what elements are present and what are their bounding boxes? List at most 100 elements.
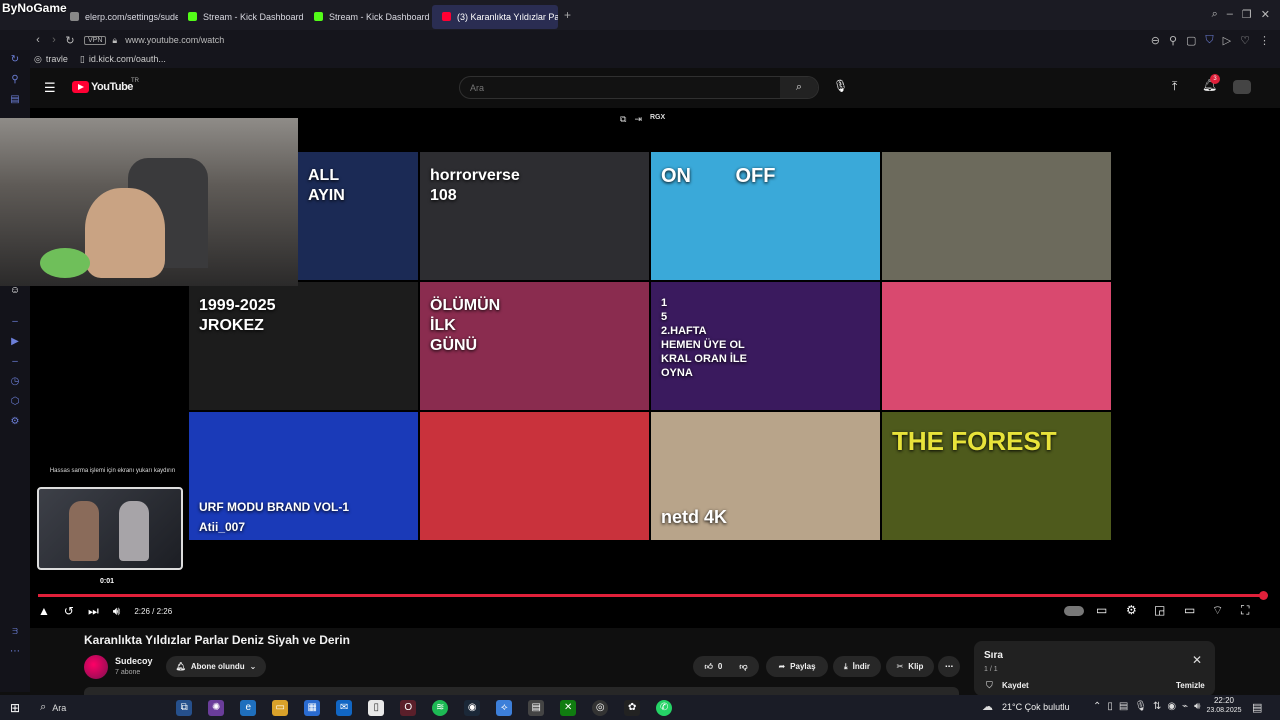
dislike-icon[interactable]: 👎︎	[739, 662, 747, 672]
end-screen-thumbnail[interactable]: 1999-2025 JROKEZ	[189, 282, 418, 410]
description-box[interactable]	[84, 687, 959, 695]
vpn-badge[interactable]: VPN	[84, 35, 107, 45]
autoplay-toggle[interactable]	[1064, 606, 1084, 616]
pin-icon[interactable]: ⚲	[11, 74, 18, 85]
end-screen-thumbnail[interactable]	[882, 152, 1111, 280]
task-view-icon[interactable]: ⧉	[176, 699, 193, 716]
volume-icon[interactable]: 🔊︎	[113, 604, 121, 619]
next-icon[interactable]: ⏭︎	[88, 604, 99, 619]
clock-icon[interactable]: ◷	[11, 376, 20, 387]
pin-icon[interactable]: ⚲	[1169, 34, 1177, 47]
notification-center-icon[interactable]: ▤	[1252, 701, 1262, 714]
opera-icon[interactable]: O	[400, 699, 417, 716]
maximize-icon[interactable]: ❐	[1242, 8, 1252, 21]
avatar[interactable]	[1233, 80, 1251, 94]
subtitles-icon[interactable]: ▭	[1096, 603, 1107, 617]
bookmark-kick-oauth[interactable]: id.kick.com/oauth...	[89, 54, 166, 64]
send-icon[interactable]: ▷	[1223, 34, 1231, 47]
end-screen-thumbnail[interactable]: horrorverse 108	[420, 152, 649, 280]
search-input[interactable]	[460, 82, 780, 93]
settings-icon[interactable]: ⚙	[11, 416, 20, 427]
whatsapp-icon[interactable]: ✆	[656, 699, 673, 716]
end-screen-thumbnail[interactable]: THE FOREST	[882, 412, 1111, 540]
reload-icon[interactable]: ↻	[62, 34, 78, 47]
folder-icon[interactable]: ▭	[272, 699, 289, 716]
weather-text[interactable]: 21°C Çok bulutlu	[1002, 702, 1070, 712]
forward-icon[interactable]: ›	[46, 34, 62, 46]
replay-icon[interactable]: ↺	[64, 604, 74, 618]
clock-date[interactable]: 23.08.2025	[1200, 707, 1248, 714]
search-button[interactable]: ⌕	[780, 77, 818, 98]
end-screen-thumbnail[interactable]: 1 5 2.HAFTA HEMEN ÜYE OL KRAL ORAN İLE O…	[651, 282, 880, 410]
miniplayer-icon[interactable]: ◲	[1154, 603, 1165, 617]
more-actions-button[interactable]: ⋯	[938, 656, 960, 677]
more-icon[interactable]: ⋯	[10, 646, 20, 657]
end-screen-thumbnail[interactable]: ÖLÜMÜN İLK GÜNÜ	[420, 282, 649, 410]
export-icon[interactable]: ⇥	[634, 114, 642, 125]
subscribe-button[interactable]: 🔔︎ Abone olundu ⌄	[166, 656, 266, 677]
end-screen-thumbnail[interactable]: netd 4K	[651, 412, 880, 540]
end-screen-thumbnail[interactable]: URF MODU BRAND VOL-1 Atii_007	[189, 412, 418, 540]
document-icon[interactable]: ▯	[368, 699, 385, 716]
channel-avatar[interactable]	[84, 655, 108, 679]
end-screen-thumbnail[interactable]	[420, 412, 649, 540]
outlook-icon[interactable]: ✉	[336, 699, 353, 716]
minimize-icon[interactable]: –	[1227, 8, 1233, 21]
settings-icon[interactable]: ⚙	[1126, 603, 1137, 617]
progress-handle[interactable]	[1259, 591, 1268, 600]
tab-youtube-active[interactable]: (3) Karanlıkta Yıldızlar Par	[432, 4, 558, 29]
hamburger-icon[interactable]: ☰	[44, 80, 56, 96]
tab-kick-dashboard-1[interactable]: Stream - Kick Dashboard	[178, 5, 304, 29]
end-screen-thumbnail[interactable]: ON OFF	[651, 152, 880, 280]
clip-button[interactable]: ✂ Klip	[886, 656, 934, 677]
rgx-button[interactable]: RGX	[650, 114, 665, 125]
upload-icon[interactable]: ⤒	[1172, 79, 1177, 94]
heart-icon[interactable]: ♡	[1240, 34, 1250, 47]
store-icon[interactable]: ▦	[304, 699, 321, 716]
like-icon[interactable]: 👍︎	[705, 662, 713, 672]
share-button[interactable]: ➦ Paylaş	[766, 656, 828, 677]
close-icon[interactable]: ✕	[1192, 653, 1202, 667]
screenshot-icon[interactable]: ▢	[1186, 34, 1196, 47]
url-field[interactable]: www.youtube.com/watch	[125, 35, 224, 45]
menu-icon[interactable]: ⋮	[1259, 34, 1270, 47]
windows-start-icon[interactable]: ⊞	[10, 701, 20, 715]
download-button[interactable]: ⤓ İndir	[833, 656, 881, 677]
search-icon[interactable]: ⌕	[1212, 8, 1218, 21]
gpu-icon[interactable]: ▤	[528, 699, 545, 716]
taskbar-search[interactable]: Ara	[52, 703, 66, 713]
spotify-icon[interactable]: ≋	[432, 699, 449, 716]
end-screen-thumbnail[interactable]: ALL AYIN	[298, 152, 418, 280]
microphone-icon[interactable]: 🎙︎	[833, 79, 848, 93]
video-player[interactable]: ⧉ ⇥ RGX ALL AYIN horrorverse 108 ON OFF 199…	[0, 108, 1280, 628]
chat-icon[interactable]: ▤	[10, 94, 19, 105]
play-icon[interactable]: ▶	[11, 336, 19, 347]
copy-icon[interactable]: ⧉	[620, 114, 626, 125]
zoom-icon[interactable]: ⊖	[1151, 34, 1160, 47]
steam-icon[interactable]: ◉	[464, 699, 481, 716]
clock-time[interactable]: 22:20	[1204, 696, 1244, 705]
tab-elerp[interactable]: elerp.com/settings/sudec	[60, 5, 178, 29]
progress-bar[interactable]	[38, 594, 1264, 597]
cube-icon[interactable]: ⬡	[11, 396, 20, 407]
queue-save[interactable]: Kaydet	[1002, 681, 1029, 690]
tray-icons[interactable]: ⌃▯▤🎙︎⇅◉⌁🔊︎	[1093, 701, 1206, 712]
obs-icon[interactable]: ◎	[592, 699, 609, 716]
theater-icon[interactable]: ▭	[1184, 603, 1195, 617]
channel-name[interactable]: Sudecoy	[115, 656, 153, 666]
shield-icon[interactable]: ⛉	[1205, 34, 1213, 47]
back-icon[interactable]: ‹	[30, 34, 46, 46]
bookmark-travle[interactable]: travle	[46, 54, 68, 64]
tab-kick-dashboard-2[interactable]: Stream - Kick Dashboard	[304, 5, 432, 29]
cast-icon[interactable]: ⌔	[1212, 603, 1223, 618]
edge-icon[interactable]: e	[240, 699, 257, 716]
copilot-icon[interactable]: ✺	[208, 699, 225, 716]
openai-icon[interactable]: ✿	[624, 699, 641, 716]
history-icon[interactable]: ↻	[11, 54, 19, 65]
discord-icon[interactable]: ☺	[10, 285, 20, 296]
youtube-logo-icon[interactable]	[72, 81, 89, 93]
queue-clear[interactable]: Temizle	[1176, 681, 1205, 690]
close-icon[interactable]: ✕	[1261, 8, 1270, 21]
fullscreen-icon[interactable]: ⛶	[1241, 603, 1249, 618]
vscode-icon[interactable]: ⟡	[496, 699, 513, 716]
